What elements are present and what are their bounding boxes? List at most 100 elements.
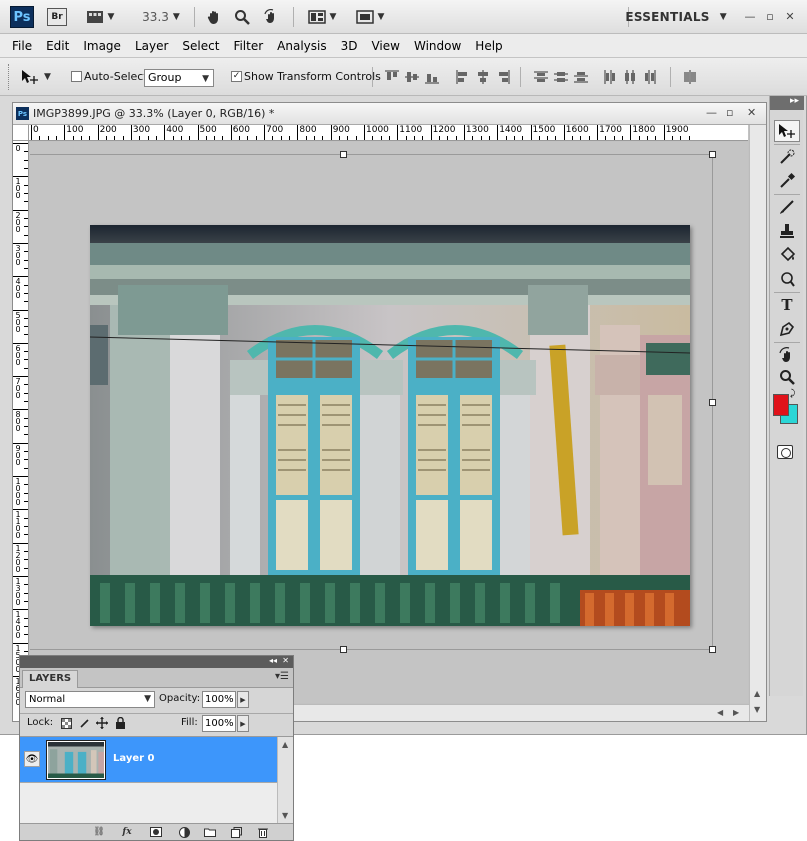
blend-mode-dropdown[interactable]: Normal ▼ [25,691,155,708]
menu-file[interactable]: File [5,34,39,58]
maximize-icon[interactable]: ▫ [726,106,733,119]
rotate-view-tool[interactable] [774,344,800,366]
menu-select[interactable]: Select [175,34,226,58]
menu-help[interactable]: Help [468,34,509,58]
transform-handle-bottom[interactable] [340,646,347,653]
align-left-edges-icon[interactable] [455,69,471,85]
menu-window[interactable]: Window [407,34,468,58]
transform-handle-top[interactable] [340,151,347,158]
fill-input[interactable]: 100% [202,715,236,732]
brush-tool[interactable] [774,196,800,218]
distribute-vertical-centers-icon[interactable] [553,69,569,85]
burn-tool[interactable] [774,268,800,290]
align-top-edges-icon[interactable] [384,69,400,85]
ruler-origin[interactable] [13,125,29,141]
collapse-icon[interactable]: ◂◂ [269,656,277,665]
adjustment-layer-icon[interactable] [177,826,191,838]
align-bottom-edges-icon[interactable] [424,69,440,85]
opacity-slider-arrow-icon[interactable]: ▶ [237,691,249,708]
document-tab[interactable]: Ps IMGP3899.JPG @ 33.3% (Layer 0, RGB/16… [13,103,766,125]
trash-icon[interactable] [256,826,270,838]
lock-position-icon[interactable] [96,717,108,729]
layers-panel-header[interactable]: ◂◂ ✕ [20,656,293,668]
workspace-switcher[interactable]: ESSENTIALS ▼ [625,6,727,28]
lock-transparency-icon[interactable] [60,717,72,729]
add-mask-icon[interactable] [149,826,163,838]
panel-grip[interactable] [8,64,11,90]
launch-bridge-button[interactable]: Br [47,8,67,26]
clone-stamp-tool[interactable] [774,220,800,242]
lock-pixels-icon[interactable] [78,717,90,729]
menu-3d[interactable]: 3D [334,34,365,58]
opacity-input[interactable]: 100% [202,691,236,708]
transform-handle-top-right[interactable] [709,151,716,158]
auto-align-layers-icon[interactable] [682,69,698,85]
auto-select-checkbox[interactable] [71,71,82,82]
menu-analysis[interactable]: Analysis [270,34,333,58]
menu-edit[interactable]: Edit [39,34,76,58]
layers-scrollbar[interactable]: ▲ ▼ [277,737,293,824]
distribute-horizontal-centers-icon[interactable] [622,69,638,85]
tool-preset-picker[interactable]: ▼ [20,67,60,87]
link-layers-icon[interactable]: ⛓ [92,826,106,838]
scroll-left-icon[interactable]: ◀ [717,708,723,717]
scroll-down-icon[interactable]: ▼ [754,705,760,714]
horizontal-ruler[interactable]: 0 100 200 300 400 500 600 700 800 900 1000 1100 1200… [29,125,748,141]
align-horizontal-centers-icon[interactable] [475,69,491,85]
foreground-color-swatch[interactable] [773,394,789,416]
quick-selection-tool[interactable] [774,146,800,168]
close-icon[interactable]: ✕ [783,9,797,23]
scroll-up-icon[interactable]: ▲ [282,740,288,749]
collapse-icon[interactable]: ▸▸ [790,96,799,106]
arrange-documents-button[interactable]: ▼ [305,6,339,28]
distribute-left-edges-icon[interactable] [602,69,618,85]
eye-icon[interactable]: 👁 [24,751,40,767]
move-tool[interactable] [774,120,800,142]
vertical-scrollbar[interactable]: ▲ ▼ [749,125,766,721]
align-right-edges-icon[interactable] [495,69,511,85]
scroll-up-icon[interactable]: ▲ [754,689,760,698]
pen-tool[interactable] [774,318,800,340]
auto-select-target-dropdown[interactable]: Group ▼ [144,69,214,87]
menu-image[interactable]: Image [76,34,128,58]
close-icon[interactable]: ✕ [747,106,756,119]
fill-slider-arrow-icon[interactable]: ▶ [237,715,249,732]
minimize-icon[interactable]: — [743,9,757,23]
lock-all-icon[interactable] [114,717,126,729]
scroll-right-icon[interactable]: ▶ [733,708,739,717]
canvas-area[interactable] [30,142,748,703]
type-tool[interactable]: T [774,294,800,316]
panel-menu-icon[interactable]: ▾☰ [275,671,289,682]
menu-layer[interactable]: Layer [128,34,175,58]
menu-view[interactable]: View [364,34,406,58]
tools-panel-header[interactable]: ▸▸ [770,96,804,110]
menu-filter[interactable]: Filter [226,34,270,58]
maximize-icon[interactable]: ▫ [763,9,777,23]
align-vertical-centers-icon[interactable] [404,69,420,85]
new-layer-icon[interactable] [229,826,243,838]
transform-handle-bottom-right[interactable] [709,646,716,653]
eyedropper-tool[interactable] [774,170,800,192]
close-icon[interactable]: ✕ [282,656,289,665]
show-transform-controls-checkbox[interactable]: ✓ [231,71,242,82]
zoom-level-dropdown[interactable]: 33.3 ▼ [138,6,184,28]
quick-mask-icon[interactable] [777,445,793,459]
tab-layers[interactable]: LAYERS [22,670,79,688]
paint-bucket-tool[interactable] [774,244,800,266]
screen-mode-button[interactable]: ▼ [353,6,387,28]
zoom-tool[interactable] [774,366,800,388]
rotate-view-button[interactable] [260,6,282,28]
layer-style-fx-icon[interactable]: fx [120,826,134,838]
scroll-down-icon[interactable]: ▼ [282,811,288,820]
zoom-tool-button[interactable] [231,6,253,28]
folder-icon[interactable] [203,826,217,838]
transform-handle-right[interactable] [709,399,716,406]
minimize-icon[interactable]: — [706,106,717,119]
distribute-top-edges-icon[interactable] [533,69,549,85]
layer-row[interactable]: 👁 Layer 0 [20,737,277,783]
hand-tool-button[interactable] [203,6,225,28]
distribute-bottom-edges-icon[interactable] [573,69,589,85]
view-extras-button[interactable]: ▼ [82,6,118,28]
swap-colors-icon[interactable]: ⤸ [790,389,795,399]
distribute-right-edges-icon[interactable] [642,69,658,85]
